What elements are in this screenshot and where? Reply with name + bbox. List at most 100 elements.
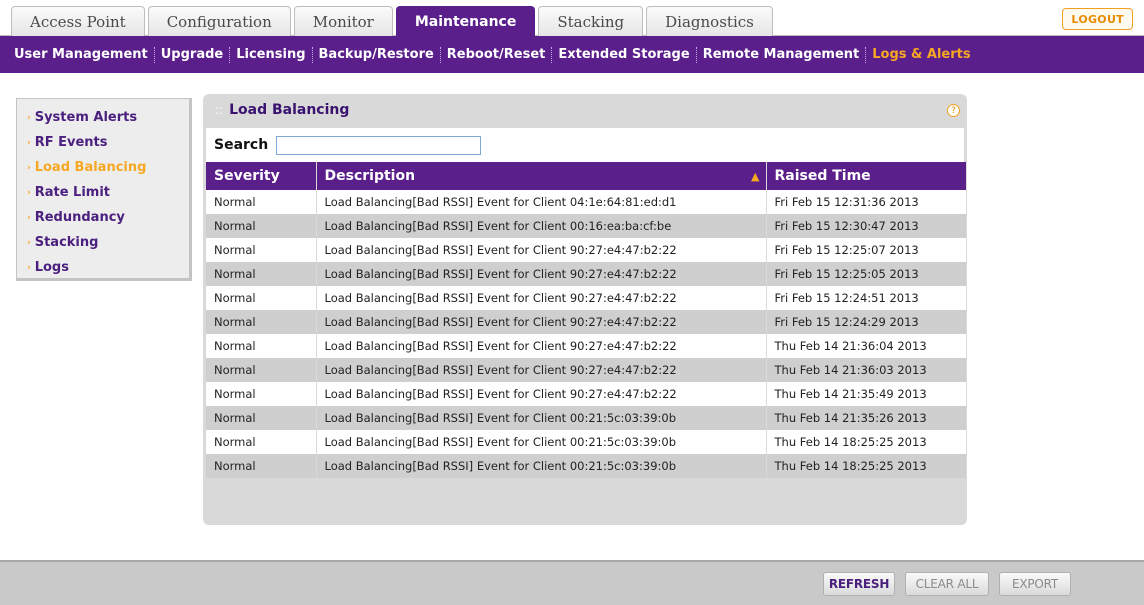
table-row[interactable]: Normal Load Balancing[Bad RSSI] Event for…	[206, 454, 967, 478]
side-menu-item-rf-events[interactable]: › RF Events	[17, 130, 189, 155]
subnav-item-user-management[interactable]: User Management	[8, 47, 154, 62]
table-row[interactable]: Normal Load Balancing[Bad RSSI] Event for…	[206, 406, 967, 430]
tab-access-point[interactable]: Access Point	[11, 6, 145, 36]
tab-stacking[interactable]: Stacking	[538, 6, 644, 36]
panel-title: Load Balancing	[229, 102, 350, 118]
sub-navigation: User Management Upgrade Licensing Backup/Re…	[0, 36, 1144, 73]
column-header-label: Raised Time	[774, 168, 871, 184]
cell-severity: Normal	[206, 430, 317, 454]
chevron-right-icon: ›	[27, 112, 31, 123]
panel-header: :: Load Balancing ?	[203, 94, 967, 126]
cell-description: Load Balancing[Bad RSSI] Event for Clien…	[316, 406, 767, 430]
cell-raised-time: Thu Feb 14 21:35:26 2013	[766, 406, 967, 430]
table-body: Normal Load Balancing[Bad RSSI] Event for…	[206, 190, 967, 478]
cell-severity: Normal	[206, 358, 317, 382]
cell-severity: Normal	[206, 454, 317, 478]
subnav-item-logs-alerts[interactable]: Logs & Alerts	[866, 47, 976, 62]
table-row[interactable]: Normal Load Balancing[Bad RSSI] Event for…	[206, 286, 967, 310]
cell-description: Load Balancing[Bad RSSI] Event for Clien…	[316, 262, 767, 286]
grip-icon: ::	[215, 103, 224, 117]
cell-severity: Normal	[206, 334, 317, 358]
tab-diagnostics[interactable]: Diagnostics	[646, 6, 773, 36]
cell-raised-time: Fri Feb 15 12:25:05 2013	[766, 262, 967, 286]
refresh-button[interactable]: REFRESH	[823, 572, 895, 596]
subnav-item-remote-management[interactable]: Remote Management	[697, 47, 866, 62]
cell-description: Load Balancing[Bad RSSI] Event for Clien…	[316, 286, 767, 310]
cell-raised-time: Fri Feb 15 12:24:29 2013	[766, 310, 967, 334]
side-menu-item-label: Load Balancing	[34, 160, 147, 175]
cell-description: Load Balancing[Bad RSSI] Event for Clien…	[316, 430, 767, 454]
subnav-item-licensing[interactable]: Licensing	[230, 47, 311, 62]
column-header-label: Severity	[214, 168, 280, 184]
cell-description: Load Balancing[Bad RSSI] Event for Clien…	[316, 334, 767, 358]
cell-raised-time: Thu Feb 14 21:35:49 2013	[766, 382, 967, 406]
table-row[interactable]: Normal Load Balancing[Bad RSSI] Event for…	[206, 262, 967, 286]
side-menu-item-system-alerts[interactable]: › System Alerts	[17, 105, 189, 130]
side-menu-item-rate-limit[interactable]: › Rate Limit	[17, 180, 189, 205]
tab-monitor[interactable]: Monitor	[293, 6, 393, 36]
side-menu-item-label: Logs	[34, 260, 69, 275]
side-menu-item-label: Stacking	[34, 235, 99, 250]
subnav-item-backup-restore[interactable]: Backup/Restore	[313, 47, 440, 62]
table-header-row: Severity Description ▲︎ Raised Time	[206, 162, 967, 190]
table-row[interactable]: Normal Load Balancing[Bad RSSI] Event for…	[206, 358, 967, 382]
cell-description: Load Balancing[Bad RSSI] Event for Clien…	[316, 238, 767, 262]
chevron-right-icon: ›	[27, 212, 31, 223]
cell-severity: Normal	[206, 190, 317, 214]
main-tabs: Access Point Configuration Monitor Maintena…	[11, 6, 773, 36]
cell-severity: Normal	[206, 214, 317, 238]
table-row[interactable]: Normal Load Balancing[Bad RSSI] Event for…	[206, 382, 967, 406]
logout-button[interactable]: LOGOUT	[1062, 8, 1133, 30]
cell-description: Load Balancing[Bad RSSI] Event for Clien…	[316, 358, 767, 382]
load-balancing-panel: :: Load Balancing ? Search Severity Desc…	[203, 94, 967, 525]
cell-raised-time: Thu Feb 14 21:36:04 2013	[766, 334, 967, 358]
table-row[interactable]: Normal Load Balancing[Bad RSSI] Event for…	[206, 238, 967, 262]
side-menu-item-label: Redundancy	[34, 210, 125, 225]
column-header-raised-time[interactable]: Raised Time	[766, 162, 967, 190]
help-icon[interactable]: ?	[947, 104, 960, 117]
cell-severity: Normal	[206, 406, 317, 430]
side-menu-item-label: RF Events	[34, 135, 108, 150]
table-row[interactable]: Normal Load Balancing[Bad RSSI] Event for…	[206, 310, 967, 334]
footer-bar: REFRESH CLEAR ALL EXPORT	[0, 560, 1144, 605]
chevron-right-icon: ›	[27, 137, 31, 148]
cell-raised-time: Fri Feb 15 12:25:07 2013	[766, 238, 967, 262]
export-button[interactable]: EXPORT	[999, 572, 1071, 596]
column-header-severity[interactable]: Severity	[206, 162, 317, 190]
cell-raised-time: Thu Feb 14 18:25:25 2013	[766, 430, 967, 454]
cell-raised-time: Thu Feb 14 21:36:03 2013	[766, 358, 967, 382]
cell-raised-time: Thu Feb 14 18:25:25 2013	[766, 454, 967, 478]
subnav-item-reboot-reset[interactable]: Reboot/Reset	[441, 47, 552, 62]
column-header-label: Description	[324, 168, 416, 184]
side-menu: › System Alerts › RF Events › Load Balancing ›…	[16, 98, 192, 281]
side-menu-item-label: Rate Limit	[34, 185, 111, 200]
table-row[interactable]: Normal Load Balancing[Bad RSSI] Event for…	[206, 190, 967, 214]
cell-description: Load Balancing[Bad RSSI] Event for Clien…	[316, 310, 767, 334]
tab-maintenance[interactable]: Maintenance	[395, 6, 536, 36]
cell-severity: Normal	[206, 382, 317, 406]
cell-description: Load Balancing[Bad RSSI] Event for Clien…	[316, 214, 767, 238]
search-label: Search	[214, 137, 269, 153]
subnav-item-upgrade[interactable]: Upgrade	[155, 47, 229, 62]
cell-description: Load Balancing[Bad RSSI] Event for Clien…	[316, 454, 767, 478]
chevron-right-icon: ›	[27, 187, 31, 198]
tab-configuration[interactable]: Configuration	[147, 6, 291, 36]
clear-all-button[interactable]: CLEAR ALL	[905, 572, 989, 596]
table-row[interactable]: Normal Load Balancing[Bad RSSI] Event for…	[206, 430, 967, 454]
side-menu-item-load-balancing[interactable]: › Load Balancing	[17, 155, 189, 180]
table-row[interactable]: Normal Load Balancing[Bad RSSI] Event for…	[206, 214, 967, 238]
side-menu-item-redundancy[interactable]: › Redundancy	[17, 205, 189, 230]
table-row[interactable]: Normal Load Balancing[Bad RSSI] Event for…	[206, 334, 967, 358]
cell-severity: Normal	[206, 310, 317, 334]
cell-severity: Normal	[206, 262, 317, 286]
column-header-description[interactable]: Description ▲︎	[316, 162, 767, 190]
sort-icon[interactable]: ▲︎	[751, 170, 759, 183]
side-menu-item-logs[interactable]: › Logs	[17, 255, 189, 280]
subnav-item-extended-storage[interactable]: Extended Storage	[552, 47, 695, 62]
cell-severity: Normal	[206, 238, 317, 262]
search-input[interactable]	[276, 135, 482, 155]
side-menu-item-label: System Alerts	[34, 110, 138, 125]
side-menu-item-stacking[interactable]: › Stacking	[17, 230, 189, 255]
top-tab-bar: Access Point Configuration Monitor Maintena…	[0, 0, 1144, 36]
chevron-right-icon: ›	[27, 237, 31, 248]
